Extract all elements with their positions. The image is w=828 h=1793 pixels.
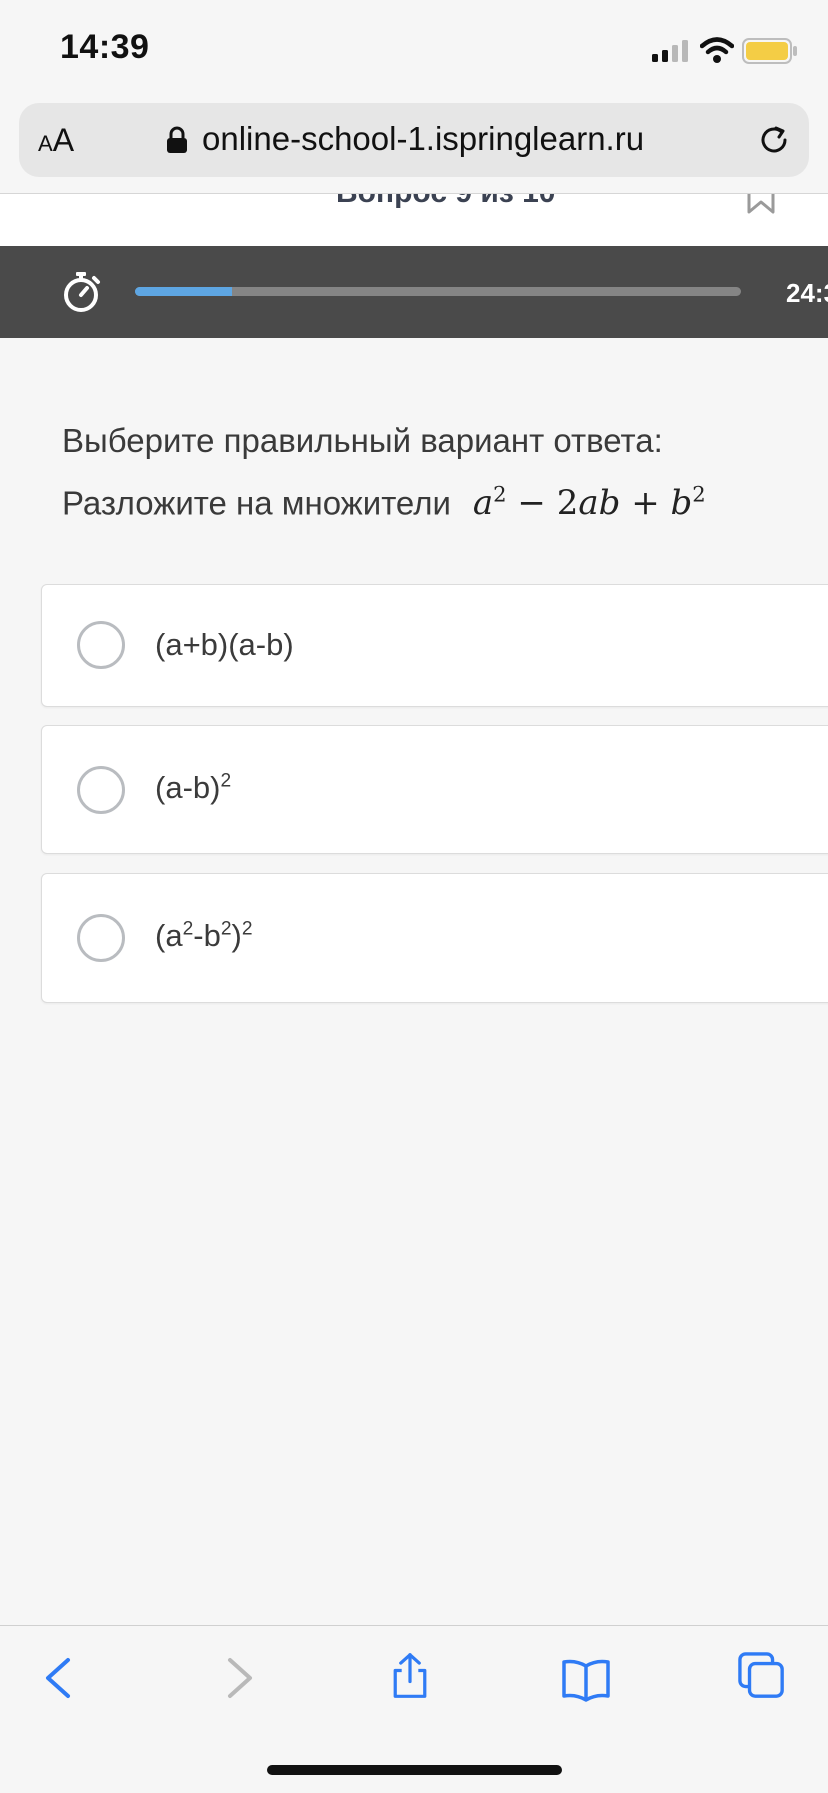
bookmark-icon[interactable] <box>746 193 776 216</box>
stopwatch-icon <box>64 272 100 312</box>
tabs-icon[interactable] <box>738 1652 786 1700</box>
radio-button[interactable] <box>77 766 125 814</box>
question-text: Разложите на множители a2 − 2ab + b2 <box>62 482 706 523</box>
answer-option-2[interactable]: (a-b)2 <box>41 725 828 854</box>
quiz-header: Вопрос 9 из 10 <box>0 193 828 247</box>
bookmarks-icon[interactable] <box>562 1656 610 1704</box>
answer-label: (a-b)2 <box>155 770 232 805</box>
status-time: 14:39 <box>60 28 150 66</box>
share-icon[interactable] <box>386 1652 434 1700</box>
lock-icon <box>167 126 187 153</box>
time-progress-fill <box>135 287 232 296</box>
time-progress-bar <box>135 287 741 296</box>
back-icon[interactable] <box>36 1654 84 1702</box>
text-size-button[interactable]: AA <box>38 122 74 159</box>
forward-icon[interactable] <box>214 1654 262 1702</box>
question-prompt: Разложите на множители <box>62 484 451 522</box>
answer-label: (a2-b2)2 <box>155 918 253 953</box>
question-formula: a2 − 2ab + b2 <box>472 482 706 524</box>
question-counter: Вопрос 9 из 10 <box>336 194 555 210</box>
radio-button[interactable] <box>77 621 125 669</box>
question-instruction: Выберите правильный вариант ответа: <box>62 422 663 459</box>
url-text[interactable]: online-school-1.ispringlearn.ru <box>202 120 644 158</box>
answer-label: (a+b)(a-b) <box>155 627 294 662</box>
battery-icon <box>742 38 797 64</box>
radio-button[interactable] <box>77 914 125 962</box>
answer-option-3[interactable]: (a2-b2)2 <box>41 873 828 1003</box>
wifi-icon <box>700 37 734 63</box>
time-remaining: 24:3 <box>786 278 828 308</box>
cellular-signal-icon <box>652 40 688 62</box>
answer-option-1[interactable]: (a+b)(a-b) <box>41 584 828 707</box>
home-indicator <box>267 1765 562 1775</box>
reload-icon[interactable] <box>756 122 792 158</box>
